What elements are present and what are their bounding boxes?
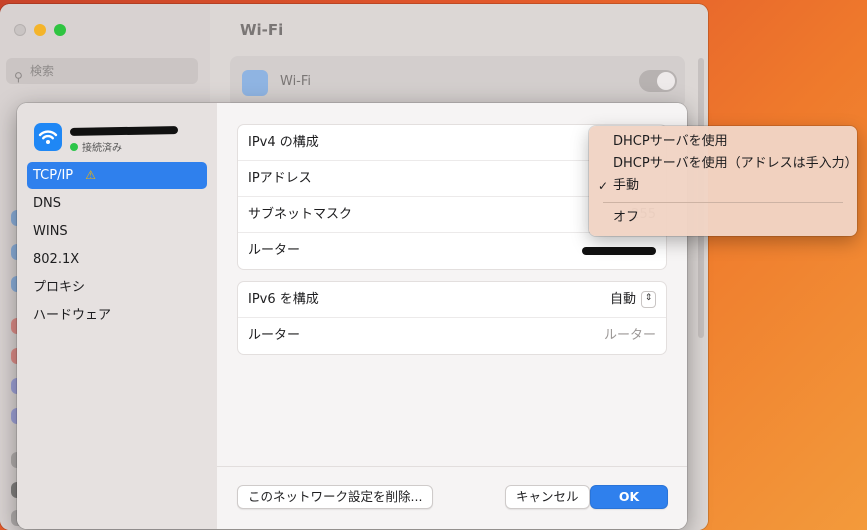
delete-network-settings-button[interactable]: このネットワーク設定を削除... — [237, 485, 434, 509]
subnet-mask-label: サブネットマスク — [248, 207, 353, 222]
nav-item-wins[interactable]: WINS — [27, 218, 207, 245]
menu-item-label: DHCPサーバを使用 — [613, 134, 728, 149]
wifi-toggle[interactable] — [639, 70, 677, 92]
ipv4-configure-menu: DHCPサーバを使用 DHCPサーバを使用（アドレスは手入力） ✓ 手動 オフ — [589, 126, 858, 236]
ipv6-configure-row[interactable]: IPv6 を構成 自動 ⇕ — [238, 282, 666, 318]
nav-item-hardware[interactable]: ハードウェア — [27, 302, 207, 329]
ipv6-router-row[interactable]: ルーター ルーター — [238, 318, 666, 354]
nav-item-8021x[interactable]: 802.1X — [27, 246, 207, 273]
nav-item-label: TCP/IP — [33, 168, 74, 183]
router-row[interactable]: ルーター — [238, 233, 666, 269]
ok-button[interactable]: OK — [590, 485, 668, 509]
menu-separator — [603, 202, 843, 203]
nav-item-label: ハードウェア — [33, 308, 112, 323]
zoom-window-button[interactable] — [54, 24, 66, 36]
checkmark-icon: ✓ — [598, 179, 609, 193]
page-title: Wi-Fi — [240, 21, 284, 39]
close-window-button[interactable] — [14, 24, 26, 36]
network-details-sheet: 接続済み TCP/IP ⚠ DNS WINS 802.1X プロキシ ハードウェ… — [17, 103, 687, 529]
ipv6-router-field[interactable]: ルーター — [604, 318, 656, 354]
wifi-row-label: Wi-Fi — [280, 74, 312, 89]
ip-address-label: IPアドレス — [248, 171, 312, 186]
warning-icon: ⚠ — [85, 168, 97, 182]
network-name-redacted — [69, 126, 179, 136]
wifi-icon — [242, 70, 268, 96]
nav-item-label: 802.1X — [33, 252, 80, 267]
nav-item-tcpip[interactable]: TCP/IP ⚠ — [27, 162, 207, 189]
wifi-row: Wi-Fi — [230, 56, 685, 108]
menu-item-label: 手動 — [613, 178, 640, 193]
ipv6-configure-label: IPv6 を構成 — [248, 292, 319, 307]
wifi-icon — [34, 123, 62, 151]
settings-search-placeholder: 検索 — [30, 64, 55, 78]
nav-item-label: WINS — [33, 224, 68, 239]
minimize-window-button[interactable] — [34, 24, 46, 36]
details-sidebar: 接続済み TCP/IP ⚠ DNS WINS 802.1X プロキシ ハードウェ… — [17, 103, 218, 529]
nav-item-label: プロキシ — [33, 280, 86, 295]
menu-item-dhcp-manual-address[interactable]: DHCPサーバを使用（アドレスは手入力） — [589, 153, 858, 175]
ipv6-configure-value: 自動 — [609, 292, 636, 307]
menu-item-manual[interactable]: ✓ 手動 — [589, 175, 857, 197]
router-value-redacted — [582, 247, 656, 255]
menu-item-label: DHCPサーバを使用（アドレスは手入力） — [613, 156, 858, 171]
nav-item-dns[interactable]: DNS — [27, 190, 207, 217]
connection-status: 接続済み — [70, 139, 122, 154]
cancel-button[interactable]: キャンセル — [505, 485, 590, 509]
search-icon: ⚲ — [14, 70, 23, 84]
settings-search-input[interactable]: ⚲ 検索 — [6, 58, 198, 84]
sheet-footer: このネットワーク設定を削除... キャンセル OK — [217, 466, 687, 529]
connected-status-dot — [70, 142, 78, 151]
menu-item-dhcp[interactable]: DHCPサーバを使用 — [589, 131, 857, 153]
connection-status-label: 接続済み — [82, 143, 122, 154]
ipv6-settings-group: IPv6 を構成 自動 ⇕ ルーター ルーター — [237, 281, 667, 355]
ipv4-configure-label: IPv4 の構成 — [248, 135, 319, 150]
nav-item-proxy[interactable]: プロキシ — [27, 274, 207, 301]
ipv6-configure-popup[interactable]: 自動 ⇕ — [610, 282, 656, 318]
menu-item-label: オフ — [613, 210, 640, 225]
router-label: ルーター — [248, 243, 301, 258]
nav-item-label: DNS — [33, 196, 61, 211]
chevron-up-down-icon: ⇕ — [641, 291, 656, 308]
ipv6-router-label: ルーター — [248, 328, 301, 343]
menu-item-off[interactable]: オフ — [589, 207, 857, 229]
